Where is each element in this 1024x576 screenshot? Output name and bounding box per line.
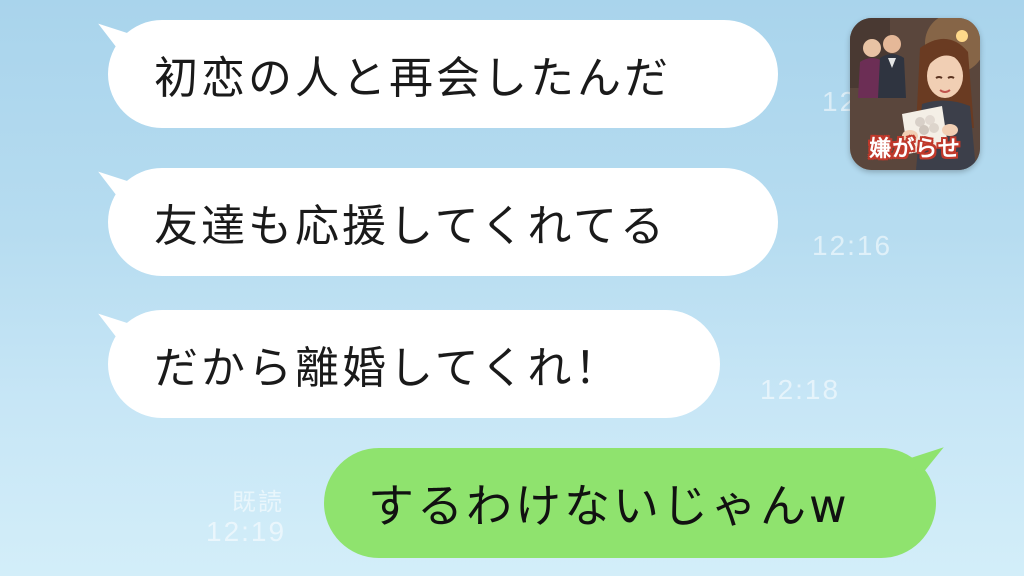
message-text: するわけないじゃんw <box>368 479 850 533</box>
message-bubble-incoming[interactable]: 友達も応援してくれてる <box>108 168 778 276</box>
message-bubble-incoming[interactable]: だから離婚してくれ！ <box>108 310 720 418</box>
app-icon[interactable]: 嫌がらせ <box>850 18 980 170</box>
message-bubble-outgoing[interactable]: するわけないじゃんw <box>324 448 936 558</box>
message-text: 友達も応援してくれてる <box>154 201 668 252</box>
app-icon-label: 嫌がらせ <box>869 137 961 162</box>
read-receipt: 既読 <box>232 488 284 516</box>
message-bubble-incoming[interactable]: 初恋の人と再会したんだ <box>108 20 778 128</box>
message-time: 12:19 <box>206 516 287 547</box>
message-time: 12:16 <box>812 230 893 261</box>
message-time: 12:18 <box>760 374 841 405</box>
message-text: 初恋の人と再会したんだ <box>154 53 671 104</box>
message-text: だから離婚してくれ！ <box>154 343 622 394</box>
